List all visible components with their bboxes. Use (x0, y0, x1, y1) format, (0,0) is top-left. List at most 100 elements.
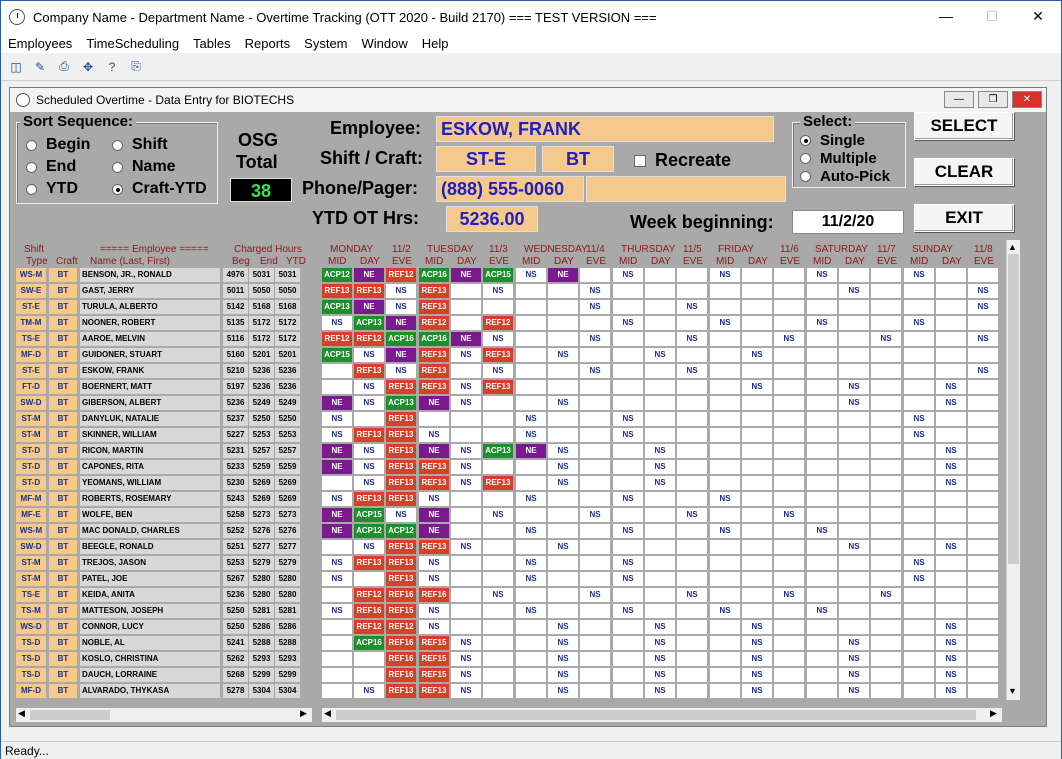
schedule-cell[interactable] (710, 588, 740, 602)
schedule-cell[interactable]: NS (613, 556, 643, 570)
pager-field[interactable] (586, 176, 786, 202)
employee-name-cell[interactable]: KEIDA, ANITA (80, 588, 220, 602)
schedule-cell[interactable]: NS (354, 476, 384, 490)
schedule-cell[interactable] (807, 300, 837, 314)
sort-end-radio[interactable]: End (26, 158, 76, 176)
schedule-cell[interactable] (904, 540, 934, 554)
charged-end-cell[interactable]: 5277 (249, 540, 274, 554)
schedule-cell[interactable]: NS (904, 556, 934, 570)
schedule-cell[interactable] (548, 572, 578, 586)
charged-ytd-cell[interactable]: 5280 (275, 572, 300, 586)
schedule-cell[interactable]: NS (548, 636, 578, 650)
schedule-cell[interactable] (774, 380, 804, 394)
schedule-cell[interactable] (968, 380, 998, 394)
schedule-cell[interactable]: ACP13 (354, 316, 384, 330)
schedule-cell[interactable]: NS (839, 636, 869, 650)
schedule-cell[interactable] (871, 524, 901, 538)
schedule-cell[interactable] (742, 460, 772, 474)
menu-timescheduling[interactable]: TimeScheduling (79, 36, 186, 51)
schedule-cell[interactable] (742, 316, 772, 330)
schedule-cell[interactable]: NS (483, 284, 513, 298)
schedule-cell[interactable]: NE (354, 300, 384, 314)
schedule-cell[interactable]: NE (322, 508, 352, 522)
schedule-cell[interactable]: REF13 (419, 684, 449, 698)
schedule-cell[interactable] (871, 684, 901, 698)
schedule-cell[interactable] (710, 444, 740, 458)
schedule-cell[interactable] (839, 428, 869, 442)
schedule-cell[interactable]: NS (354, 348, 384, 362)
schedule-cell[interactable] (580, 444, 610, 458)
schedule-cell[interactable] (968, 460, 998, 474)
schedule-cell[interactable]: NS (419, 428, 449, 442)
schedule-cell[interactable] (710, 636, 740, 650)
schedule-cell[interactable]: NS (742, 348, 772, 362)
employee-row[interactable]: SW-E BT GAST, JERRY 5011 5050 5050 (16, 284, 301, 298)
select-auto-pick-radio[interactable]: Auto-Pick (800, 168, 890, 185)
schedule-cell[interactable] (871, 316, 901, 330)
schedule-cell[interactable] (871, 444, 901, 458)
employee-row[interactable]: MF-M BT ROBERTS, ROSEMARY 5243 5269 5269 (16, 492, 301, 506)
schedule-cell[interactable] (936, 588, 966, 602)
scroll-thumb[interactable] (1008, 254, 1019, 564)
schedule-cell[interactable]: NS (548, 444, 578, 458)
schedule-cell[interactable]: NS (677, 588, 707, 602)
schedule-cell[interactable] (548, 300, 578, 314)
schedule-cell[interactable] (871, 284, 901, 298)
schedule-cell[interactable]: REF12 (386, 268, 416, 282)
schedule-cell[interactable]: NS (451, 460, 481, 474)
employee-shift-cell[interactable]: WS-M (16, 524, 46, 538)
schedule-cell[interactable] (774, 396, 804, 410)
charged-end-cell[interactable]: 5250 (249, 412, 274, 426)
schedule-cell[interactable]: REF15 (419, 636, 449, 650)
schedule-cell[interactable]: NS (774, 588, 804, 602)
schedule-cell[interactable] (839, 604, 869, 618)
schedule-cell[interactable]: NS (451, 684, 481, 698)
charged-end-cell[interactable]: 5236 (249, 380, 274, 394)
schedule-cell[interactable] (516, 332, 546, 346)
schedule-cell[interactable] (710, 652, 740, 666)
schedule-cell[interactable]: NS (451, 348, 481, 362)
schedule-cell[interactable] (677, 652, 707, 666)
schedule-cell[interactable]: NS (936, 380, 966, 394)
schedule-cell[interactable] (322, 588, 352, 602)
charged-ytd-cell[interactable]: 5286 (275, 620, 300, 634)
schedule-cell[interactable]: NS (613, 524, 643, 538)
schedule-cell[interactable] (839, 348, 869, 362)
schedule-cell[interactable]: NE (419, 508, 449, 522)
charged-ytd-cell[interactable]: 5277 (275, 540, 300, 554)
schedule-cell[interactable]: NS (419, 604, 449, 618)
charged-end-cell[interactable]: 5280 (249, 572, 274, 586)
schedule-cell[interactable] (580, 412, 610, 426)
schedule-cell[interactable]: NS (516, 428, 546, 442)
charged-ytd-cell[interactable]: 5279 (275, 556, 300, 570)
schedule-cell[interactable] (774, 316, 804, 330)
schedule-cell[interactable] (710, 300, 740, 314)
schedule-cell[interactable]: NS (322, 556, 352, 570)
schedule-cell[interactable] (904, 604, 934, 618)
schedule-cell[interactable] (710, 348, 740, 362)
exit-door-icon[interactable]: ⎘ (127, 58, 145, 76)
schedule-cell[interactable] (548, 316, 578, 330)
schedule-cell[interactable] (451, 284, 481, 298)
schedule-cell[interactable] (904, 364, 934, 378)
schedule-cell[interactable]: NS (419, 572, 449, 586)
right-horizontal-scrollbar[interactable]: ◀ ▶ (322, 708, 1002, 722)
schedule-cell[interactable]: NS (613, 572, 643, 586)
schedule-cell[interactable]: NS (742, 684, 772, 698)
child-minimize-button[interactable]: — (944, 91, 974, 108)
schedule-cell[interactable] (322, 476, 352, 490)
employee-shift-cell[interactable]: ST-E (16, 300, 46, 314)
schedule-cell[interactable] (774, 604, 804, 618)
schedule-cell[interactable]: NS (807, 604, 837, 618)
maximize-button[interactable]: ☐ (969, 1, 1015, 32)
sort-shift-radio[interactable]: Shift (112, 136, 168, 154)
schedule-cell[interactable] (871, 460, 901, 474)
schedule-cell[interactable] (483, 300, 513, 314)
schedule-cell[interactable]: NE (451, 268, 481, 282)
schedule-cell[interactable]: NS (839, 652, 869, 666)
schedule-cell[interactable] (774, 620, 804, 634)
schedule-cell[interactable]: NS (419, 620, 449, 634)
schedule-cell[interactable] (483, 556, 513, 570)
employee-name-cell[interactable]: ESKOW, FRANK (80, 364, 220, 378)
schedule-cell[interactable] (516, 396, 546, 410)
